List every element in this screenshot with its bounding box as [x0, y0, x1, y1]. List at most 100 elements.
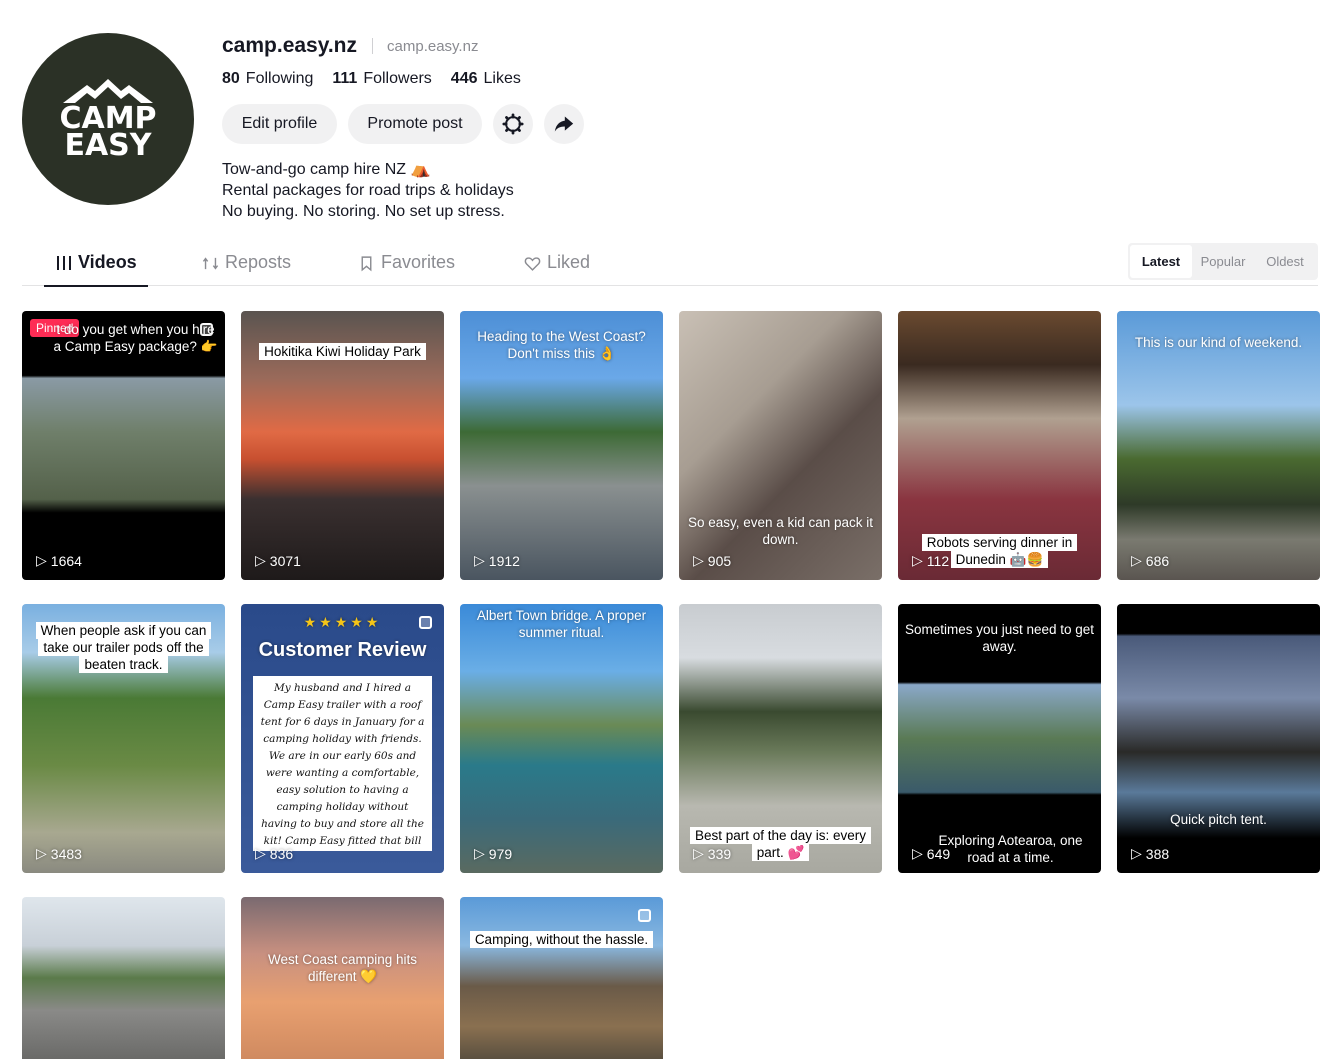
view-count-value: 979 — [488, 845, 513, 862]
video-caption: t do you get when you hire a Camp Easy p… — [53, 322, 218, 354]
multi-photo-icon — [638, 909, 651, 922]
view-count-value: 836 — [269, 845, 294, 862]
video-card[interactable]: So easy, even a kid can pack it down. ▷ 9… — [679, 311, 882, 580]
profile-avatar[interactable]: CAMP EASY — [22, 33, 194, 205]
bookmark-icon — [361, 256, 372, 272]
tab-videos[interactable]: Videos — [44, 252, 148, 287]
play-icon: ▷ — [255, 845, 266, 861]
video-card[interactable]: Hokitika Kiwi Holiday Park ▷ 3071 — [241, 311, 444, 580]
following-count: 80 — [222, 70, 240, 87]
video-card[interactable]: Best part of the day is: every part. 💕 ▷… — [679, 604, 882, 873]
view-count: ▷ 388 — [1131, 845, 1169, 862]
video-caption: Albert Town bridge. A proper summer ritu… — [476, 608, 647, 640]
bio-line: No buying. No storing. No set up stress. — [222, 203, 505, 220]
edit-profile-button[interactable]: Edit profile — [222, 104, 337, 144]
video-card[interactable]: ★★★★★ Customer Review My husband and I h… — [241, 604, 444, 873]
video-card[interactable]: Robots serving dinner in Dunedin 🤖🍔 ▷ 112 — [898, 311, 1101, 580]
video-card[interactable]: Albert Town bridge. A proper summer ritu… — [460, 604, 663, 873]
video-card[interactable]: Heading to the West Coast? Don't miss th… — [460, 311, 663, 580]
play-icon: ▷ — [912, 845, 923, 861]
view-count: ▷ 905 — [693, 552, 731, 569]
heart-icon — [524, 257, 541, 271]
video-card[interactable]: West Coast camping hits different 💛 — [241, 897, 444, 1059]
caption-text: When people ask if you can take our trai… — [35, 622, 212, 673]
view-count: ▷ 649 — [912, 845, 950, 862]
view-count: ▷ 3483 — [36, 845, 82, 862]
video-card[interactable] — [22, 897, 225, 1059]
sort-toggle: Latest Popular Oldest — [1128, 243, 1318, 280]
following-label: Following — [245, 70, 314, 87]
profile-header: camp.easy.nz camp.easy.nz — [222, 34, 478, 58]
nickname: camp.easy.nz — [387, 37, 479, 55]
video-caption: Hokitika Kiwi Holiday Park — [247, 343, 438, 360]
sort-latest[interactable]: Latest — [1130, 245, 1192, 278]
view-count-value: 905 — [707, 552, 732, 569]
video-grid: Pinned t do you get when you hire a Camp… — [22, 311, 1320, 873]
profile-bio: Tow-and-go camp hire NZ ⛺ Rental package… — [222, 159, 514, 222]
view-count: ▷ 3071 — [255, 552, 301, 569]
mountain-logo-icon — [63, 79, 153, 103]
caption-text: Hokitika Kiwi Holiday Park — [259, 343, 426, 360]
tab-liked[interactable]: Liked — [524, 252, 590, 286]
divider — [372, 38, 374, 54]
video-caption: Quick pitch tent. — [1170, 812, 1267, 827]
play-icon: ▷ — [36, 845, 47, 861]
likes-label: Likes — [483, 70, 521, 87]
play-icon: ▷ — [1131, 552, 1142, 568]
video-caption: West Coast camping hits different 💛 — [267, 952, 418, 984]
share-arrow-icon — [554, 116, 574, 132]
view-count-value: 339 — [707, 845, 732, 862]
video-grid-row: West Coast camping hits different 💛 Camp… — [22, 897, 1318, 1059]
video-caption: So easy, even a kid can pack it down. — [687, 515, 874, 547]
view-count-value: 649 — [926, 845, 951, 862]
share-button[interactable] — [544, 104, 584, 144]
view-count: ▷ 1912 — [474, 552, 520, 569]
bio-line: Tow-and-go camp hire NZ ⛺ — [222, 161, 431, 178]
likes-count: 446 — [450, 70, 478, 87]
settings-button[interactable] — [493, 104, 533, 144]
view-count-value: 388 — [1145, 845, 1170, 862]
view-count-value: 112 — [926, 552, 950, 569]
caption-text: Camping, without the hassle. — [469, 931, 654, 948]
view-count-value: 3071 — [269, 552, 301, 569]
grid-bars-icon — [57, 256, 71, 270]
video-card[interactable]: Sometimes you just need to get away. Exp… — [898, 604, 1101, 873]
view-count: ▷ 686 — [1131, 552, 1169, 569]
review-text: My husband and I hired a Camp Easy trail… — [253, 676, 432, 851]
profile-stats: 80 Following 111 Followers 446 Likes — [222, 70, 521, 88]
video-caption: When people ask if you can take our trai… — [28, 622, 219, 673]
view-count: ▷ 1664 — [36, 552, 82, 569]
tab-favorites[interactable]: Favorites — [358, 252, 455, 286]
play-icon: ▷ — [693, 552, 704, 568]
video-card[interactable]: Pinned t do you get when you hire a Camp… — [22, 311, 225, 580]
video-card[interactable]: Camping, without the hassle. — [460, 897, 663, 1059]
video-card[interactable]: When people ask if you can take our trai… — [22, 604, 225, 873]
following-stat[interactable]: 80 Following — [222, 70, 313, 88]
video-card[interactable]: This is our kind of weekend. ▷ 686 — [1117, 311, 1320, 580]
followers-count: 111 — [332, 70, 358, 87]
play-icon: ▷ — [693, 845, 704, 861]
promote-post-button[interactable]: Promote post — [348, 104, 482, 144]
video-caption: Customer Review — [258, 639, 427, 661]
video-card[interactable]: Quick pitch tent. ▷ 388 — [1117, 604, 1320, 873]
gear-icon — [502, 113, 524, 135]
tab-label: Videos — [78, 252, 137, 272]
followers-stat[interactable]: 111 Followers — [332, 70, 431, 88]
likes-stat: 446 Likes — [451, 70, 521, 88]
play-icon: ▷ — [255, 552, 266, 568]
followers-label: Followers — [363, 70, 432, 87]
tab-reposts[interactable]: Reposts — [202, 252, 291, 286]
video-caption: Sometimes you just need to get away. — [904, 622, 1095, 654]
view-count: ▷ 339 — [693, 845, 731, 862]
view-count-value: 686 — [1145, 552, 1170, 569]
sort-oldest[interactable]: Oldest — [1254, 245, 1316, 278]
bio-line: Rental packages for road trips & holiday… — [222, 182, 514, 199]
profile-actions: Edit profile Promote post — [222, 104, 584, 144]
video-caption: Heading to the West Coast? Don't miss th… — [477, 329, 646, 361]
view-count-value: 1912 — [488, 552, 520, 569]
video-caption: This is our kind of weekend. — [1134, 335, 1303, 350]
content-tabs: Videos Reposts Favorites Liked Latest Po… — [22, 243, 1318, 287]
repost-icon — [202, 257, 219, 270]
username: camp.easy.nz — [222, 34, 358, 57]
sort-popular[interactable]: Popular — [1192, 245, 1254, 278]
